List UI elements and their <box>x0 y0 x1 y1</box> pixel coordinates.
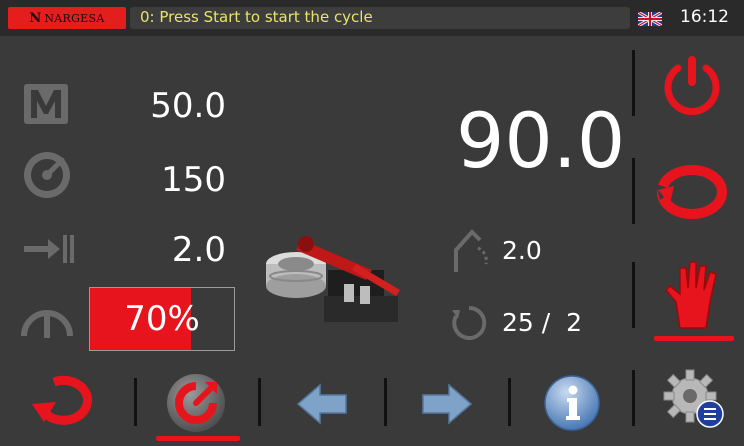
springback-value[interactable]: 2.0 <box>502 236 542 265</box>
separator <box>632 370 635 426</box>
hand-icon[interactable] <box>662 258 726 330</box>
arrow-left-icon[interactable] <box>296 383 348 425</box>
manual-mode-indicator <box>654 336 734 341</box>
uk-flag-icon[interactable] <box>638 12 662 26</box>
top-bar: N NARGESA 0: Press Start to start the cy… <box>0 0 744 36</box>
arch-icon <box>21 310 73 338</box>
springback-arc-icon <box>454 229 488 272</box>
feed-arrow-icon[interactable] <box>22 232 76 266</box>
clock: 16:12 <box>680 7 729 27</box>
progress-bar[interactable]: 70% <box>89 287 235 351</box>
info-icon[interactable] <box>543 374 601 432</box>
progress-label: 70% <box>124 299 200 339</box>
brand-name: NARGESA <box>44 11 105 25</box>
counter-value[interactable]: 25 / 2 <box>502 308 582 337</box>
reset-cycle-icon[interactable] <box>652 160 732 224</box>
power-icon[interactable] <box>660 54 724 118</box>
angle-value[interactable]: 90.0 <box>456 96 625 185</box>
separator <box>632 50 635 116</box>
separator <box>632 158 635 224</box>
separator <box>258 378 261 426</box>
settings-gear-icon[interactable] <box>662 368 726 430</box>
arrow-right-icon[interactable] <box>421 383 473 425</box>
m-value[interactable]: 50.0 <box>120 86 226 126</box>
return-icon[interactable] <box>30 372 104 430</box>
status-message: 0: Press Start to start the cycle <box>140 8 373 26</box>
separator <box>134 378 137 426</box>
bending-machine-image <box>266 236 400 322</box>
bend-mode-icon[interactable] <box>165 372 227 434</box>
brand-logo: N NARGESA <box>8 7 126 29</box>
separator <box>508 378 511 426</box>
feed-value[interactable]: 2.0 <box>120 230 226 270</box>
separator <box>632 262 635 328</box>
counter-cycle-icon <box>452 305 487 340</box>
m-letter-icon[interactable] <box>22 82 70 126</box>
speed-value[interactable]: 150 <box>120 160 226 200</box>
brand-mark: N <box>29 10 42 26</box>
separator <box>384 378 387 426</box>
bend-mode-indicator <box>156 436 240 441</box>
speedometer-icon[interactable] <box>22 150 72 200</box>
status-bar: 0: Press Start to start the cycle <box>130 7 630 29</box>
